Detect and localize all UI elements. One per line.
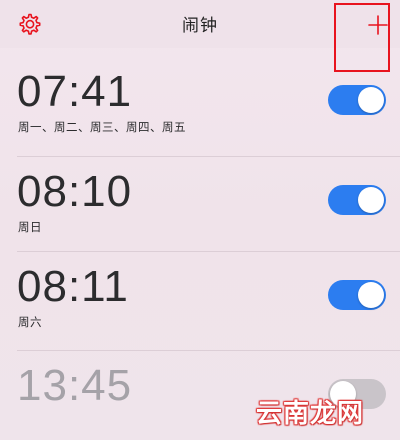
alarm-row[interactable]: 08:11 周六 bbox=[0, 252, 400, 349]
alarm-time: 08:10 bbox=[17, 167, 133, 216]
alarm-repeat-days: 周六 bbox=[18, 315, 42, 329]
alarm-time: 13:45 bbox=[17, 361, 133, 410]
alarm-toggle[interactable] bbox=[328, 280, 386, 310]
alarm-repeat-days: 周一、周二、周三、周四、周五 bbox=[18, 120, 186, 134]
alarm-toggle[interactable] bbox=[328, 185, 386, 215]
alarm-toggle[interactable] bbox=[328, 85, 386, 115]
alarm-time: 08:11 bbox=[17, 262, 129, 311]
alarm-screen: 闹钟 07:41 周一、周二、周三、周四、周五 08:10 周日 08:11 周… bbox=[0, 0, 400, 440]
toggle-knob bbox=[358, 87, 384, 113]
toggle-knob bbox=[358, 282, 384, 308]
toggle-knob bbox=[358, 187, 384, 213]
alarm-repeat-days: 周日 bbox=[18, 220, 42, 234]
alarm-row[interactable]: 07:41 周一、周二、周三、周四、周五 bbox=[0, 57, 400, 154]
alarm-row[interactable]: 08:10 周日 bbox=[0, 157, 400, 254]
nav-bar: 闹钟 bbox=[0, 0, 400, 72]
watermark-logo: 云南龙网 bbox=[256, 399, 365, 429]
alarm-time: 07:41 bbox=[17, 67, 133, 116]
